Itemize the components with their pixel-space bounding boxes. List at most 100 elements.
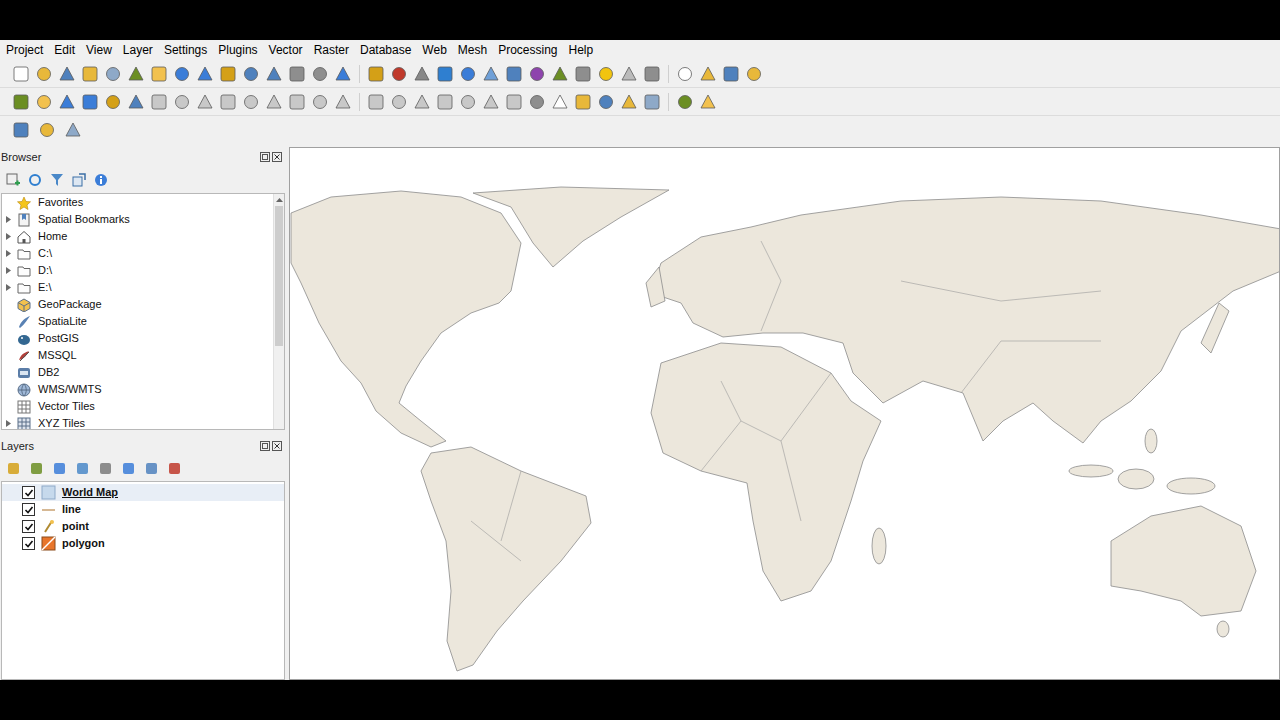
- tool-button-icon[interactable]: [413, 65, 431, 83]
- tool-button-icon[interactable]: [35, 93, 53, 111]
- layer-checkbox[interactable]: [22, 503, 35, 516]
- tool-button-icon[interactable]: [367, 65, 385, 83]
- browser-item[interactable]: XYZ Tiles: [2, 415, 273, 429]
- scrollbar[interactable]: [273, 194, 284, 429]
- browser-item[interactable]: SpatiaLite: [2, 313, 273, 330]
- tool-button-icon[interactable]: [265, 65, 283, 83]
- menu-item[interactable]: View: [86, 41, 112, 59]
- browser-item[interactable]: Vector Tiles: [2, 398, 273, 415]
- layer-tool-icon[interactable]: [75, 461, 90, 476]
- layer-checkbox[interactable]: [22, 520, 35, 533]
- browser-item[interactable]: MSSQL: [2, 347, 273, 364]
- tool-button-icon[interactable]: [288, 65, 306, 83]
- browser-item[interactable]: C:\: [2, 245, 273, 262]
- tool-button-icon[interactable]: [597, 65, 615, 83]
- tool-button-icon[interactable]: [334, 93, 352, 111]
- tool-button-icon[interactable]: [551, 93, 569, 111]
- float-icon[interactable]: [260, 152, 270, 162]
- menu-item[interactable]: Vector: [269, 41, 303, 59]
- expand-arrow[interactable]: [5, 347, 13, 364]
- tool-button-icon[interactable]: [676, 65, 694, 83]
- map-canvas[interactable]: [289, 147, 1280, 680]
- tool-button-icon[interactable]: [58, 93, 76, 111]
- arrow-icon[interactable]: [5, 266, 12, 275]
- menu-item[interactable]: Database: [360, 41, 411, 59]
- close-icon[interactable]: [272, 152, 282, 162]
- layer-tool-icon[interactable]: [52, 461, 67, 476]
- tool-button-icon[interactable]: [173, 93, 191, 111]
- expand-arrow[interactable]: [5, 330, 13, 347]
- tool-button-icon[interactable]: [505, 93, 523, 111]
- tool-button-icon[interactable]: [551, 65, 569, 83]
- tool-button-icon[interactable]: [127, 65, 145, 83]
- expand-arrow[interactable]: [5, 228, 13, 245]
- tool-button-icon[interactable]: [12, 93, 30, 111]
- tool-button-icon[interactable]: [505, 65, 523, 83]
- tool-button-icon[interactable]: [288, 93, 306, 111]
- tool-button-icon[interactable]: [12, 121, 30, 139]
- tool-button-icon[interactable]: [390, 93, 408, 111]
- menu-item[interactable]: Raster: [314, 41, 349, 59]
- layer-checkbox[interactable]: [22, 486, 35, 499]
- tool-button-icon[interactable]: [643, 93, 661, 111]
- expand-arrow[interactable]: [5, 313, 13, 330]
- tool-button-icon[interactable]: [150, 65, 168, 83]
- expand-arrow[interactable]: [5, 279, 13, 296]
- layer-tool-icon[interactable]: [29, 461, 44, 476]
- tool-button-icon[interactable]: [436, 93, 454, 111]
- tool-button-icon[interactable]: [482, 93, 500, 111]
- expand-arrow[interactable]: [5, 194, 13, 211]
- tool-button-icon[interactable]: [699, 93, 717, 111]
- float-icon[interactable]: [260, 441, 270, 451]
- browser-item[interactable]: Favorites: [2, 194, 273, 211]
- tool-button-icon[interactable]: [745, 65, 763, 83]
- layer-row[interactable]: line: [2, 501, 284, 518]
- arrow-icon[interactable]: [5, 419, 12, 428]
- tool-button-icon[interactable]: [12, 65, 30, 83]
- menu-item[interactable]: Layer: [123, 41, 153, 59]
- menu-item[interactable]: Processing: [498, 41, 557, 59]
- tool-button-icon[interactable]: [104, 65, 122, 83]
- tool-button-icon[interactable]: [58, 65, 76, 83]
- layer-tool-icon[interactable]: [98, 461, 113, 476]
- tool-button-icon[interactable]: [334, 65, 352, 83]
- tool-button-icon[interactable]: [104, 93, 122, 111]
- layer-tool-icon[interactable]: [6, 461, 21, 476]
- tool-button-icon[interactable]: [574, 65, 592, 83]
- browser-item[interactable]: Spatial Bookmarks: [2, 211, 273, 228]
- tool-button-icon[interactable]: [127, 93, 145, 111]
- tool-button-icon[interactable]: [311, 65, 329, 83]
- tool-button-icon[interactable]: [413, 93, 431, 111]
- expand-arrow[interactable]: [5, 211, 13, 228]
- browser-item[interactable]: GeoPackage: [2, 296, 273, 313]
- tool-button-icon[interactable]: [242, 93, 260, 111]
- tool-button-icon[interactable]: [699, 65, 717, 83]
- expand-arrow[interactable]: [5, 245, 13, 262]
- tool-button-icon[interactable]: [150, 93, 168, 111]
- tool-button-icon[interactable]: [482, 65, 500, 83]
- browser-item[interactable]: E:\: [2, 279, 273, 296]
- layer-row[interactable]: World Map: [2, 484, 284, 501]
- layer-tool-icon[interactable]: [121, 461, 136, 476]
- tool-button-icon[interactable]: [676, 93, 694, 111]
- tool-button-icon[interactable]: [459, 93, 477, 111]
- browser-item[interactable]: DB2: [2, 364, 273, 381]
- tool-button-icon[interactable]: [196, 65, 214, 83]
- browser-item[interactable]: WMS/WMTS: [2, 381, 273, 398]
- layer-tool-icon[interactable]: [167, 461, 182, 476]
- menu-item[interactable]: Mesh: [458, 41, 487, 59]
- arrow-icon[interactable]: [5, 283, 12, 292]
- info-icon[interactable]: [94, 173, 108, 187]
- tool-button-icon[interactable]: [196, 93, 214, 111]
- tool-button-icon[interactable]: [528, 65, 546, 83]
- add-icon[interactable]: [6, 173, 20, 187]
- expand-arrow[interactable]: [5, 262, 13, 279]
- browser-item[interactable]: D:\: [2, 262, 273, 279]
- tool-button-icon[interactable]: [722, 65, 740, 83]
- menu-item[interactable]: Web: [422, 41, 446, 59]
- tool-button-icon[interactable]: [64, 121, 82, 139]
- tool-button-icon[interactable]: [367, 93, 385, 111]
- close-icon[interactable]: [272, 441, 282, 451]
- tool-button-icon[interactable]: [436, 65, 454, 83]
- tool-button-icon[interactable]: [528, 93, 546, 111]
